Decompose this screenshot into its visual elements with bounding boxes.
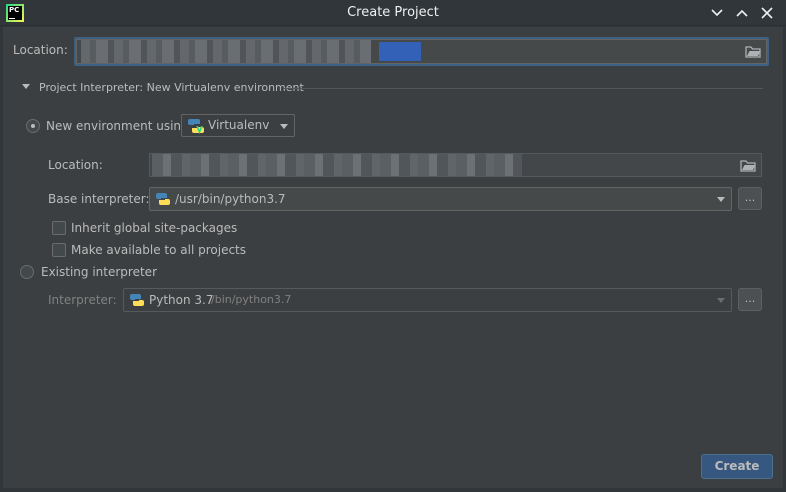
environment-tool-value: Virtualenv — [208, 118, 270, 132]
close-button[interactable] — [756, 3, 778, 23]
redacted-path — [152, 154, 522, 176]
section-divider — [283, 88, 763, 89]
existing-interpreter-value: Python 3.7 — [149, 293, 214, 307]
new-environment-radio[interactable] — [26, 119, 40, 133]
inherit-packages-checkbox[interactable] — [52, 221, 66, 235]
base-interpreter-value: /usr/bin/python3.7 — [175, 192, 286, 206]
existing-interpreter-path: /bin/python3.7 — [211, 293, 292, 306]
environment-tool-select[interactable]: Virtualenv — [181, 114, 295, 137]
folder-icon[interactable] — [740, 159, 756, 172]
chevron-down-icon — [717, 197, 725, 202]
make-available-label[interactable]: Make available to all projects — [71, 243, 246, 257]
chevron-down-icon — [717, 298, 725, 303]
existing-interpreter-radio[interactable] — [20, 265, 34, 279]
expand-arrow-icon[interactable] — [22, 84, 30, 89]
interpreter-section-header[interactable]: Project Interpreter: New Virtualenv envi… — [39, 81, 304, 94]
existing-interpreter-select[interactable]: Python 3.7 /bin/python3.7 — [123, 288, 732, 312]
virtualenv-icon — [188, 119, 204, 134]
make-available-checkbox[interactable] — [52, 243, 66, 257]
location-label: Location: — [13, 43, 68, 57]
new-environment-label[interactable]: New environment using — [46, 119, 189, 133]
existing-interpreter-browse-button[interactable]: ... — [738, 288, 762, 311]
base-interpreter-label: Base interpreter: — [48, 192, 150, 206]
base-interpreter-select[interactable]: /usr/bin/python3.7 — [149, 187, 732, 211]
inherit-packages-label[interactable]: Inherit global site-packages — [71, 221, 237, 235]
venv-location-label: Location: — [48, 158, 103, 172]
maximize-button[interactable] — [731, 3, 753, 23]
chevron-down-icon — [280, 124, 288, 129]
existing-interpreter-label[interactable]: Existing interpreter — [41, 265, 157, 279]
interpreter-label: Interpreter: — [48, 293, 117, 307]
python-icon — [156, 193, 170, 205]
create-button[interactable]: Create — [701, 454, 773, 479]
python-icon — [130, 294, 144, 306]
chevron-up-icon — [736, 9, 748, 17]
chevron-down-icon — [711, 9, 723, 17]
close-icon — [761, 7, 773, 19]
create-project-dialog: Location: Project Interpreter: New Virtu… — [3, 27, 783, 488]
focus-ring — [74, 37, 769, 66]
venv-location-input[interactable] — [149, 153, 762, 177]
title-bar: PC Create Project — [0, 0, 786, 26]
window-title: Create Project — [347, 5, 439, 20]
base-interpreter-browse-button[interactable]: ... — [738, 187, 762, 210]
minimize-button[interactable] — [706, 3, 728, 23]
